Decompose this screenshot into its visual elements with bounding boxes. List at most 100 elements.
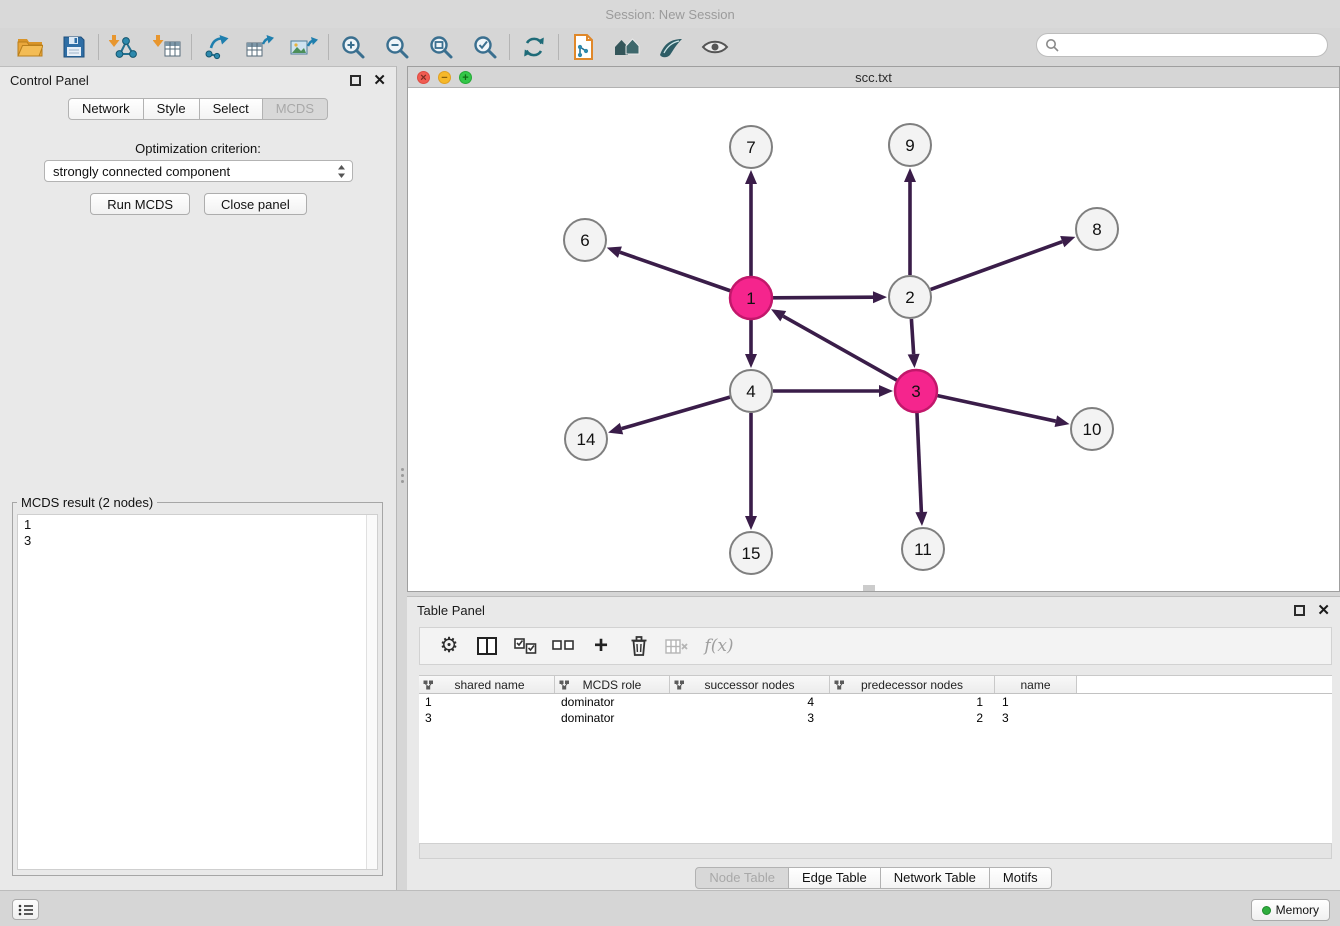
graph-edge-arrowhead [904, 168, 916, 182]
zoom-window-icon[interactable]: + [459, 71, 472, 84]
network-canvas[interactable]: 7968124314101511 [408, 88, 1339, 591]
table-settings-button[interactable]: ⚙ [430, 631, 468, 661]
import-table-icon [153, 34, 181, 60]
delete-column-button[interactable] [658, 631, 696, 661]
close-table-panel-icon[interactable]: ✕ [1317, 603, 1330, 618]
export-image-button[interactable] [282, 31, 326, 63]
column-header-shared-name[interactable]: shared name [419, 676, 555, 693]
export-table-icon [246, 34, 274, 60]
tab-network-table[interactable]: Network Table [881, 867, 990, 889]
memory-button[interactable]: Memory [1251, 899, 1330, 921]
tab-node-table[interactable]: Node Table [695, 867, 789, 889]
zoom-selected-button[interactable] [463, 31, 507, 63]
tab-mcds[interactable]: MCDS [263, 98, 328, 120]
apply-style-button[interactable] [649, 31, 693, 63]
column-header-predecessor-nodes[interactable]: predecessor nodes [830, 676, 995, 693]
network-overview-button[interactable] [605, 31, 649, 63]
deselect-all-button[interactable] [544, 631, 582, 661]
cell-successor-nodes[interactable]: 4 [670, 694, 830, 710]
import-table-button[interactable] [145, 31, 189, 63]
graph-edge-1-6[interactable] [620, 252, 730, 291]
show-hide-button[interactable] [693, 31, 737, 63]
search-input[interactable] [1064, 35, 1319, 55]
refresh-layout-button[interactable] [512, 31, 556, 63]
cell-shared-name[interactable]: 3 [419, 710, 555, 726]
task-history-button[interactable] [12, 899, 39, 920]
column-type-icon [834, 680, 845, 690]
cell-name[interactable]: 3 [995, 710, 1077, 726]
table-horizontal-scrollbar[interactable] [419, 843, 1332, 859]
cell-predecessor-nodes[interactable]: 2 [830, 710, 995, 726]
export-network-button[interactable] [194, 31, 238, 63]
houses-icon [613, 35, 641, 59]
save-session-button[interactable] [52, 31, 96, 63]
column-header-mcds-role[interactable]: MCDS role [555, 676, 670, 693]
table-tabs: Node Table Edge Table Network Table Moti… [407, 867, 1340, 889]
paint-style-icon [658, 35, 684, 59]
open-file-button[interactable] [8, 31, 52, 63]
network-snapshot-button[interactable] [561, 31, 605, 63]
deselect-all-icon [552, 638, 575, 655]
zoom-fit-button[interactable] [419, 31, 463, 63]
zoom-in-button[interactable] [331, 31, 375, 63]
graph-edge-3-10[interactable] [938, 396, 1056, 422]
table-toolbar: ⚙ [419, 627, 1332, 665]
tab-motifs[interactable]: Motifs [990, 867, 1052, 889]
function-builder-button[interactable]: f(x) [696, 631, 742, 661]
float-table-panel-icon[interactable] [1294, 605, 1305, 616]
gear-icon: ⚙ [440, 635, 459, 657]
tab-select[interactable]: Select [200, 98, 263, 120]
graph-edge-2-3[interactable] [911, 319, 913, 354]
cell-name[interactable]: 1 [995, 694, 1077, 710]
float-panel-icon[interactable] [350, 75, 361, 86]
zoom-in-icon [340, 34, 366, 60]
graph-edge-4-14[interactable] [622, 397, 730, 429]
add-row-button[interactable]: + [582, 631, 620, 661]
close-panel-icon[interactable]: ✕ [373, 73, 386, 88]
graph-node-label: 1 [746, 289, 755, 308]
column-header-name[interactable]: name [995, 676, 1077, 693]
toolbar-separator [509, 34, 510, 60]
page-network-icon [571, 34, 595, 60]
mcds-result-text-area[interactable]: 1 3 [17, 514, 378, 870]
result-scrollbar[interactable] [366, 515, 377, 869]
table-row[interactable]: 1 dominator 4 1 1 [419, 694, 1332, 710]
close-panel-button[interactable]: Close panel [204, 193, 307, 215]
table-header-filler [1077, 676, 1332, 693]
zoom-out-button[interactable] [375, 31, 419, 63]
column-header-successor-nodes[interactable]: successor nodes [670, 676, 830, 693]
delete-column-icon [665, 638, 689, 655]
graph-edge-3-1[interactable] [783, 316, 897, 380]
select-all-button[interactable] [506, 631, 544, 661]
search-icon [1045, 38, 1059, 52]
show-columns-button[interactable] [468, 631, 506, 661]
export-table-button[interactable] [238, 31, 282, 63]
tab-style[interactable]: Style [144, 98, 200, 120]
cell-mcds-role[interactable]: dominator [555, 710, 670, 726]
graph-edge-1-2[interactable] [773, 297, 873, 298]
minimize-window-icon[interactable]: − [438, 71, 451, 84]
cell-successor-nodes[interactable]: 3 [670, 710, 830, 726]
tab-network[interactable]: Network [68, 98, 144, 120]
optimization-criterion-select[interactable]: strongly connected component [44, 160, 353, 182]
cell-predecessor-nodes[interactable]: 1 [830, 694, 995, 710]
panel-splitter[interactable] [398, 462, 406, 488]
graph-edge-2-8[interactable] [931, 242, 1063, 290]
close-window-icon[interactable]: × [417, 71, 430, 84]
eye-icon [701, 38, 729, 56]
graph-edge-arrowhead [745, 354, 757, 368]
tab-edge-table[interactable]: Edge Table [789, 867, 881, 889]
cell-mcds-role[interactable]: dominator [555, 694, 670, 710]
table-row[interactable]: 3 dominator 3 2 3 [419, 710, 1332, 726]
table-panel: Table Panel ✕ ⚙ [407, 596, 1340, 890]
mcds-result-line: 1 [18, 515, 377, 533]
cell-shared-name[interactable]: 1 [419, 694, 555, 710]
run-mcds-button[interactable]: Run MCDS [90, 193, 190, 215]
graph-edge-3-11[interactable] [917, 413, 921, 512]
canvas-scrollbar-thumb[interactable] [863, 585, 875, 591]
delete-row-button[interactable] [620, 631, 658, 661]
import-network-button[interactable] [101, 31, 145, 63]
mcds-result-title: MCDS result (2 nodes) [17, 495, 157, 510]
graph-edge-arrowhead [873, 291, 887, 303]
window-controls: × − + [417, 71, 472, 84]
